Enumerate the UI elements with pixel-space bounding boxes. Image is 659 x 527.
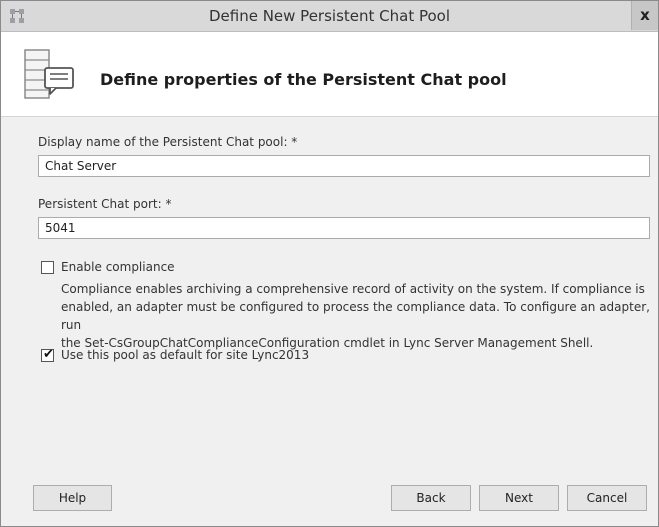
help-button[interactable]: Help xyxy=(33,485,112,511)
dialog-window: Define New Persistent Chat Pool x Define… xyxy=(0,0,659,527)
checkmark-icon: ✔ xyxy=(43,347,54,362)
page-heading: Define properties of the Persistent Chat… xyxy=(100,70,507,89)
cancel-button[interactable]: Cancel xyxy=(567,485,647,511)
window-title: Define New Persistent Chat Pool xyxy=(208,7,451,25)
enable-compliance-checkbox[interactable] xyxy=(41,261,54,274)
wizard-header: Define properties of the Persistent Chat… xyxy=(1,32,658,117)
compliance-description-line: Compliance enables archiving a comprehen… xyxy=(61,282,645,296)
chat-pool-icon xyxy=(24,49,74,99)
default-pool-label: Use this pool as default for site Lync20… xyxy=(61,348,310,362)
enable-compliance-label: Enable compliance xyxy=(61,260,175,274)
next-button[interactable]: Next xyxy=(479,485,559,511)
compliance-description: Compliance enables archiving a comprehen… xyxy=(61,280,656,352)
close-button[interactable]: x xyxy=(631,1,658,30)
title-bar: Define New Persistent Chat Pool x xyxy=(1,1,658,32)
display-name-label: Display name of the Persistent Chat pool… xyxy=(38,135,298,149)
port-label: Persistent Chat port: * xyxy=(38,197,172,211)
back-button[interactable]: Back xyxy=(391,485,471,511)
compliance-description-line: enabled, an adapter must be configured t… xyxy=(61,300,650,332)
port-input[interactable]: 5041 xyxy=(38,217,650,239)
display-name-input[interactable]: Chat Server xyxy=(38,155,650,177)
default-pool-checkbox[interactable]: ✔ xyxy=(41,347,54,362)
